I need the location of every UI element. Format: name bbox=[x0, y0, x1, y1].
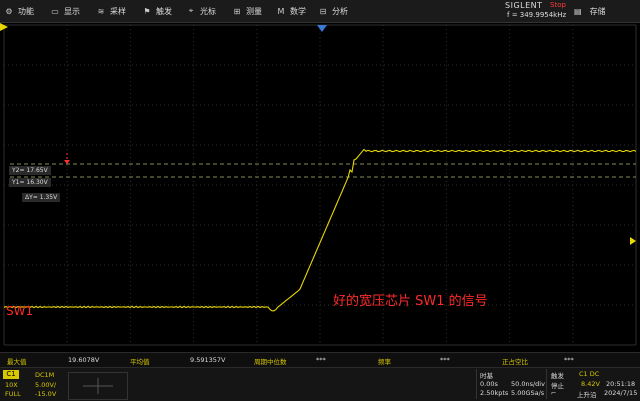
measurement-bar: 最大值 19.6078V 平均值 9.591357V 周期中位数 *** 频率 … bbox=[0, 352, 640, 367]
measure-duty-value: *** bbox=[564, 356, 574, 364]
channel-probe: 10X bbox=[5, 381, 18, 389]
save-label: 存储 bbox=[589, 6, 606, 16]
display-icon: ▭ bbox=[51, 6, 59, 16]
sampling-icon: ≋ bbox=[97, 6, 105, 16]
measure-max-label: 最大值 bbox=[7, 358, 27, 366]
trigger-slope: 上升沿 bbox=[577, 391, 597, 399]
menu-analysis[interactable]: ⊟ 分析 bbox=[318, 0, 348, 22]
cursor-y2-label: Y2= 17.65V bbox=[9, 166, 51, 175]
menu-display[interactable]: ▭ 显示 bbox=[50, 0, 80, 22]
channel-coupling: DC1M bbox=[35, 371, 55, 379]
channel-scale: 5.00V/ bbox=[35, 381, 57, 389]
measure-freq-label: 频率 bbox=[378, 358, 391, 366]
menu-trigger[interactable]: ⚑ 触发 bbox=[142, 0, 172, 22]
menu-measure[interactable]: ⊞ 测量 bbox=[232, 0, 262, 22]
channel-annotation-sw1: SW1 bbox=[6, 304, 34, 318]
brand-block: SIGLENT Stop f = 349.9954kHz bbox=[505, 1, 570, 21]
menu-math[interactable]: M 数学 bbox=[276, 0, 306, 22]
measure-mean-value: 9.591357V bbox=[190, 356, 226, 364]
delta-arrow-head bbox=[64, 160, 70, 164]
measure-icon: ⊞ bbox=[233, 6, 241, 16]
menu-display-label: 显示 bbox=[64, 6, 80, 16]
menu-acquire-label: 采样 bbox=[110, 6, 126, 16]
status-bar: C1 DC1M 10X 5.00V/ FULL -15.0V 时基 0.00s … bbox=[0, 367, 640, 401]
mini-navigator[interactable] bbox=[68, 372, 128, 400]
gear-icon: ⚙ bbox=[5, 6, 13, 16]
menu-trigger-label: 触发 bbox=[156, 6, 172, 16]
clock-date: 2024/7/15 bbox=[604, 389, 638, 397]
cursor-delta-label: ΔY= 1.35V bbox=[22, 193, 61, 202]
timebase-panel[interactable]: 时基 0.00s 50.0ns/div 2.50kpts 5.00GSa/s bbox=[476, 369, 547, 399]
waveform-svg bbox=[3, 24, 637, 346]
trigger-icon: ⚑ bbox=[143, 6, 151, 16]
save-button[interactable]: ▤ 存储 bbox=[570, 0, 640, 22]
trigger-position-marker[interactable] bbox=[317, 25, 327, 32]
annotation-text: 好的宽压芯片 SW1 的信号 bbox=[333, 294, 488, 309]
timebase-scale: 50.0ns/div bbox=[511, 380, 545, 388]
menu-function[interactable]: ⚙ 功能 bbox=[4, 0, 34, 22]
measure-mean-label: 平均值 bbox=[130, 358, 150, 366]
timebase-title: 时基 bbox=[480, 372, 493, 380]
trigger-level-marker[interactable] bbox=[630, 237, 636, 245]
analysis-icon: ⊟ bbox=[319, 6, 327, 16]
timebase-memory: 2.50kpts bbox=[480, 389, 509, 397]
menu-cursor[interactable]: ⌖ 光标 bbox=[186, 0, 216, 22]
channel-c1-panel[interactable]: C1 DC1M 10X 5.00V/ FULL -15.0V bbox=[3, 370, 63, 398]
cursor-icon: ⌖ bbox=[188, 6, 194, 15]
frequency-readout: f = 349.9954kHz bbox=[507, 11, 567, 19]
trigger-title: 触发 bbox=[551, 372, 564, 380]
trigger-slope-icon: ⌐ bbox=[551, 389, 557, 397]
menu-measure-label: 测量 bbox=[246, 6, 262, 16]
clock-time: 20:51:18 bbox=[606, 380, 636, 388]
channel-offset: -15.0V bbox=[35, 390, 57, 398]
measure-max-value: 19.6078V bbox=[68, 356, 100, 364]
run-state-badge[interactable]: Stop bbox=[550, 1, 566, 9]
menu-math-label: 数学 bbox=[290, 6, 306, 16]
channel-c1-tag: C1 bbox=[3, 370, 19, 379]
measure-freq-value: *** bbox=[440, 356, 450, 364]
menu-cursor-label: 光标 bbox=[200, 6, 216, 16]
cursor-y1-label: Y1= 16.30V bbox=[9, 178, 51, 187]
menu-bar: ⚙ 功能 ▭ 显示 ≋ 采样 ⚑ 触发 ⌖ 光标 ⊞ 测量 M 数学 ⊟ 分析 … bbox=[0, 0, 640, 23]
brand-logo: SIGLENT bbox=[505, 1, 543, 10]
trigger-source: C1 DC bbox=[579, 370, 600, 378]
channel-level-marker[interactable] bbox=[0, 23, 8, 31]
waveform-display[interactable]: Y2= 17.65V Y1= 16.30V ΔY= 1.35V SW1 好的宽压… bbox=[0, 23, 640, 349]
measure-period-value: *** bbox=[316, 356, 326, 364]
math-icon: M bbox=[277, 6, 285, 16]
measure-duty-label: 正占空比 bbox=[502, 358, 528, 366]
save-icon: ▤ bbox=[574, 6, 582, 16]
menu-analysis-label: 分析 bbox=[332, 6, 348, 16]
timebase-delay: 0.00s bbox=[480, 380, 498, 388]
measure-period-label: 周期中位数 bbox=[254, 358, 287, 366]
trigger-level: 8.42V bbox=[581, 380, 600, 388]
channel-bandwidth: FULL bbox=[5, 390, 21, 398]
clock: 20:51:18 2024/7/15 bbox=[604, 369, 640, 399]
grid bbox=[3, 24, 637, 346]
trigger-panel[interactable]: 触发 C1 DC 停止 8.42V ⌐ 上升沿 bbox=[546, 369, 602, 399]
menu-function-label: 功能 bbox=[18, 6, 34, 16]
menu-acquire[interactable]: ≋ 采样 bbox=[96, 0, 126, 22]
timebase-sample-rate: 5.00GSa/s bbox=[511, 389, 545, 397]
